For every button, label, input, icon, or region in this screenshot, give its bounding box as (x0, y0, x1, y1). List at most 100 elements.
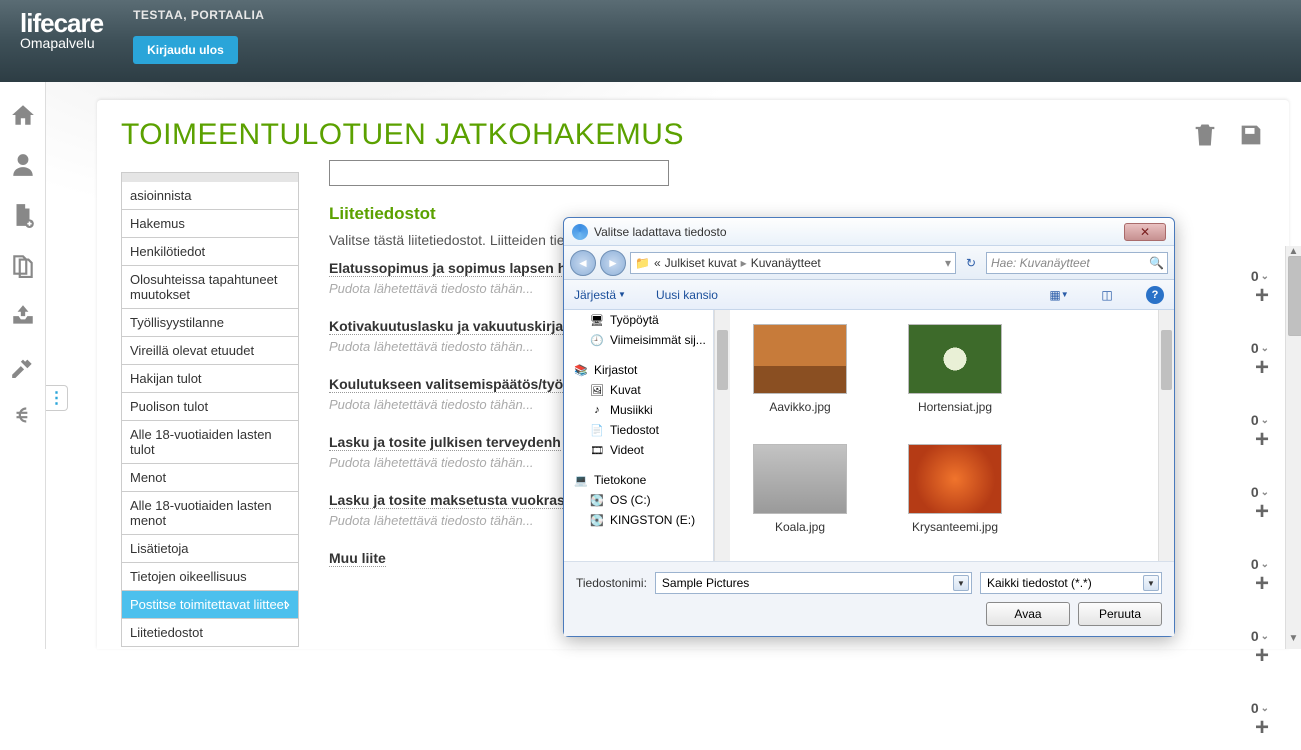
nav-item[interactable]: Hakijan tulot (121, 365, 299, 393)
page-title: TOIMEENTULOTUEN JATKOHAKEMUS (121, 118, 684, 152)
add-attachment-button[interactable]: + (1255, 428, 1269, 452)
preview-pane-button[interactable]: ◫ (1098, 286, 1116, 304)
breadcrumb-item[interactable]: Kuvanäytteet (751, 256, 821, 270)
add-attachment-button[interactable]: + (1255, 284, 1269, 308)
tree-item[interactable]: 💻Tietokone (564, 470, 713, 490)
nav-item[interactable]: Puolison tulot (121, 393, 299, 421)
add-attachment-button[interactable]: + (1255, 356, 1269, 380)
nav-item[interactable]: Olosuhteissa tapahtuneet muutokset (121, 266, 299, 309)
nav-item[interactable]: Henkilötiedot (121, 238, 299, 266)
tree-item[interactable]: 📚Kirjastot (564, 360, 713, 380)
help-button[interactable]: ? (1146, 286, 1164, 304)
chevron-down-icon[interactable]: ⌄ (1261, 271, 1269, 282)
file-list[interactable]: Aavikko.jpg Hortensiat.jpg Koala.jpg Krysan… (730, 310, 1158, 561)
folder-icon: 📁 (635, 256, 650, 270)
page-scrollbar[interactable]: ▲ ▼ (1285, 246, 1301, 649)
add-attachment-button[interactable]: + (1255, 644, 1269, 668)
chevron-down-icon[interactable]: ▼ (953, 575, 969, 591)
attachment-counters: 0 ⌄+0 ⌄+0 ⌄+0 ⌄+0 ⌄+0 ⌄+0 ⌄+ (1251, 268, 1269, 750)
cancel-button[interactable]: Peruuta (1078, 602, 1162, 626)
file-name: Koala.jpg (775, 520, 825, 534)
file-scrollbar[interactable] (1158, 310, 1174, 561)
nav-item[interactable]: Alle 18-vuotiaiden lasten tulot (121, 421, 299, 464)
file-add-icon[interactable] (10, 202, 36, 228)
nav-item[interactable]: Vireillä olevat etuudet (121, 337, 299, 365)
text-input[interactable] (329, 160, 669, 186)
attachment-label: Muu liite (329, 550, 386, 567)
save-icon[interactable] (1237, 121, 1265, 149)
chevron-down-icon[interactable]: ⌄ (1261, 415, 1269, 426)
tree-item[interactable]: 🕘Viimeisimmät sij... (564, 330, 713, 350)
dialog-titlebar[interactable]: Valitse ladattava tiedosto ✕ (564, 218, 1174, 246)
view-mode-button[interactable]: ▦ ▼ (1050, 286, 1068, 304)
nav-item[interactable]: Hakemus (121, 210, 299, 238)
nav-item[interactable]: Postitse toimitettavat liitteet (121, 591, 299, 619)
chevron-down-icon[interactable]: ⌄ (1261, 631, 1269, 642)
nav-forward-button[interactable]: ► (600, 250, 626, 276)
attachment-counter-row: 0 ⌄+ (1251, 484, 1269, 534)
file-item[interactable]: Krysanteemi.jpg (905, 444, 1005, 534)
breadcrumb-item[interactable]: Julkiset kuvat (665, 256, 737, 270)
filter-combo[interactable]: Kaikki tiedostot (*.*)▼ (980, 572, 1162, 594)
tree-item[interactable]: 🎞Videot (564, 440, 713, 460)
nav-item[interactable]: asioinnista (121, 182, 299, 210)
file-thumbnail (908, 324, 1002, 394)
search-input[interactable]: Hae: Kuvanäytteet 🔍 (986, 252, 1168, 274)
file-item[interactable]: Aavikko.jpg (750, 324, 850, 414)
nav-item[interactable]: Menot (121, 464, 299, 492)
add-attachment-button[interactable]: + (1255, 716, 1269, 740)
open-button[interactable]: Avaa (986, 602, 1070, 626)
nav-item[interactable]: Alle 18-vuotiaiden lasten menot (121, 492, 299, 535)
home-icon[interactable] (10, 102, 36, 128)
refresh-button[interactable]: ↻ (960, 252, 982, 274)
music-icon: ♪ (590, 403, 604, 417)
tree-item[interactable]: ♪Musiikki (564, 400, 713, 420)
file-item[interactable]: Hortensiat.jpg (905, 324, 1005, 414)
dialog-close-button[interactable]: ✕ (1124, 223, 1166, 241)
tree-item[interactable]: 💽OS (C:) (564, 490, 713, 510)
chevron-down-icon[interactable]: ⌄ (1261, 559, 1269, 570)
organize-menu[interactable]: Järjestä ▼ (574, 288, 626, 302)
tree-item[interactable]: 📄Tiedostot (564, 420, 713, 440)
files-icon[interactable] (10, 252, 36, 278)
attachment-counter-row: 0 ⌄+ (1251, 340, 1269, 390)
tree-item[interactable]: 🖼Kuvat (564, 380, 713, 400)
attachment-label: Lasku ja tosite julkisen terveydenh (329, 434, 561, 451)
chevron-down-icon[interactable]: ⌄ (1261, 343, 1269, 354)
new-folder-button[interactable]: Uusi kansio (656, 288, 718, 302)
rail-expand-tab[interactable]: ⋮ (46, 385, 68, 411)
drive-icon: 💽 (590, 493, 604, 507)
file-open-dialog: Valitse ladattava tiedosto ✕ ◄ ► 📁 « Jul… (563, 217, 1175, 637)
nav-item[interactable]: Lisätietoja (121, 535, 299, 563)
attachment-count: 0 ⌄ (1251, 700, 1269, 716)
person-icon[interactable] (10, 152, 36, 178)
folder-tree[interactable]: 🖥Työpöytä 🕘Viimeisimmät sij... 📚Kirjasto… (564, 310, 714, 561)
chevron-down-icon[interactable]: ▼ (1143, 575, 1159, 591)
nav-item[interactable]: Liitetiedostot (121, 619, 299, 647)
filename-label: Tiedostonimi: (576, 576, 647, 590)
nav-back-button[interactable]: ◄ (570, 250, 596, 276)
chevron-down-icon[interactable]: ⌄ (1261, 703, 1269, 714)
file-item[interactable]: Koala.jpg (750, 444, 850, 534)
breadcrumb[interactable]: 📁 « Julkiset kuvat ▸ Kuvanäytteet ▾ (630, 252, 956, 274)
trash-icon[interactable] (1191, 121, 1219, 149)
add-attachment-button[interactable]: + (1255, 572, 1269, 596)
file-thumbnail (753, 444, 847, 514)
logout-button[interactable]: Kirjaudu ulos (133, 36, 238, 64)
add-attachment-button[interactable]: + (1255, 500, 1269, 524)
tree-scrollbar[interactable] (714, 310, 730, 561)
inbox-icon[interactable] (10, 302, 36, 328)
gavel-icon[interactable] (10, 352, 36, 378)
top-bar: lifecare Omapalvelu TESTAA, PORTAALIA Ki… (0, 0, 1301, 82)
desktop-icon: 🖥 (590, 313, 604, 327)
chevron-down-icon[interactable]: ⌄ (1261, 487, 1269, 498)
file-name: Krysanteemi.jpg (912, 520, 998, 534)
recent-icon: 🕘 (590, 333, 604, 347)
euro-icon[interactable] (10, 402, 36, 428)
tree-item[interactable]: 🖥Työpöytä (564, 310, 713, 330)
nav-item[interactable]: Tietojen oikeellisuus (121, 563, 299, 591)
nav-item[interactable]: Työllisyystilanne (121, 309, 299, 337)
filename-combo[interactable]: Sample Pictures▼ (655, 572, 972, 594)
tree-item[interactable]: 💽KINGSTON (E:) (564, 510, 713, 530)
libraries-icon: 📚 (574, 363, 588, 377)
